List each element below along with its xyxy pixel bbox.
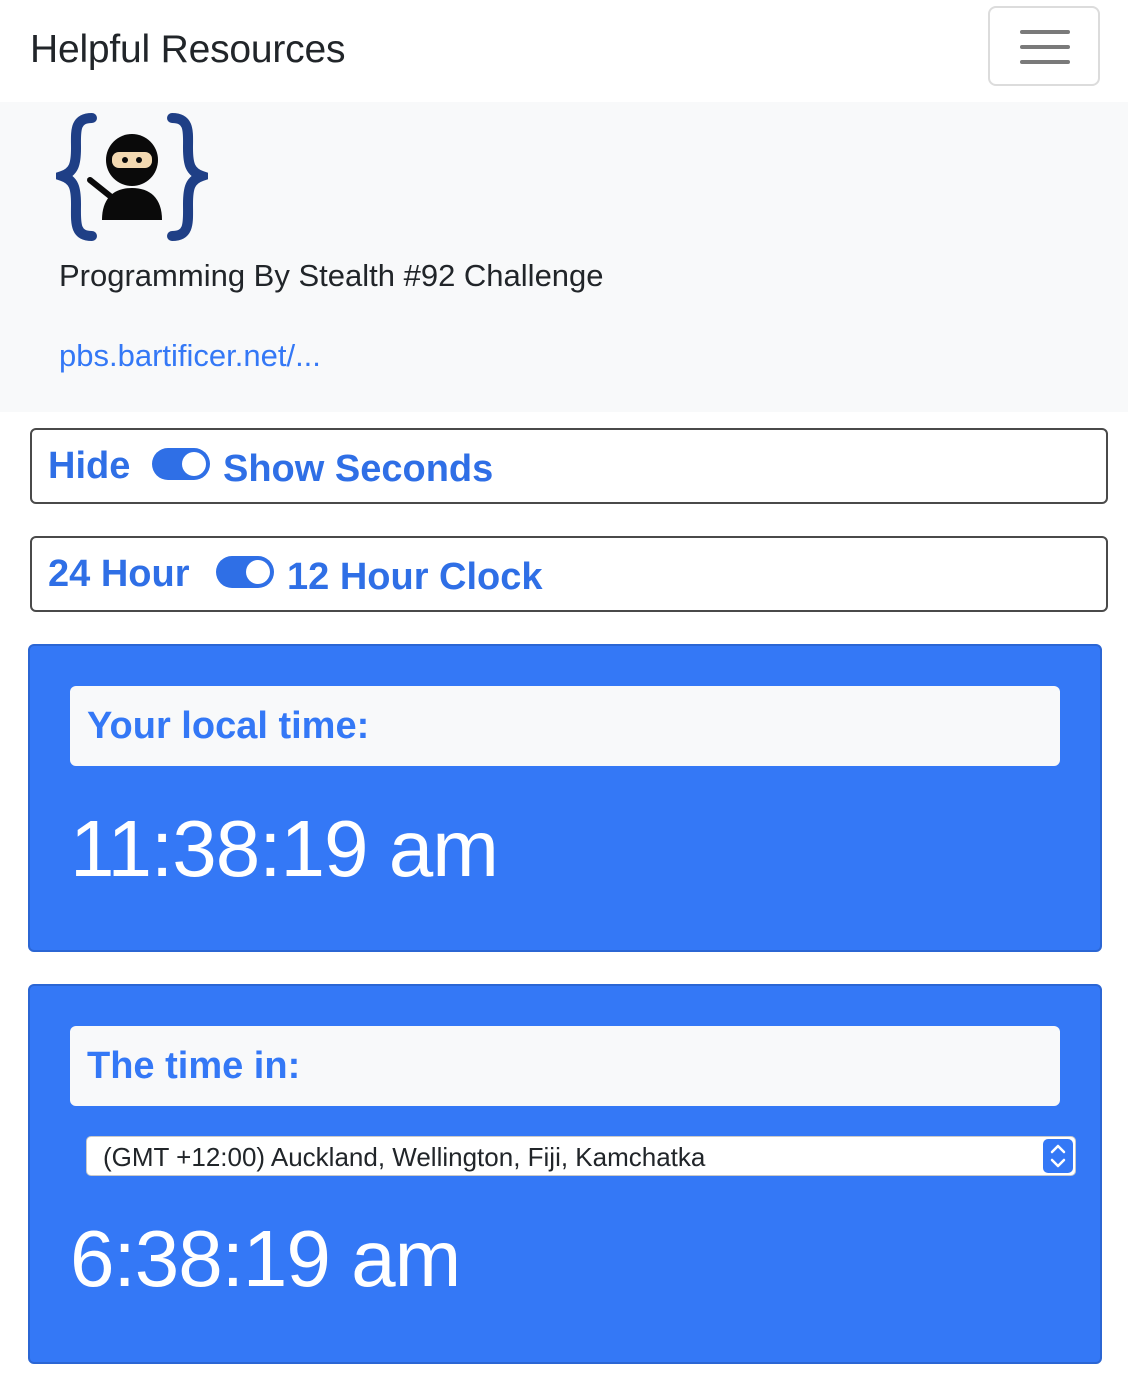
local-time-heading-text: Your local time: [87,705,370,747]
seconds-toggle-group: Hide Show Seconds [30,428,1108,504]
hide-seconds-label[interactable]: Hide [48,444,130,488]
ninja-braces-logo-icon [56,113,208,241]
challenge-title: Programming By Stealth #92 Challenge [59,258,604,293]
local-time-heading: Your local time: [70,686,1060,766]
local-time-card: Your local time: 11:38:19 am [28,644,1102,952]
remote-time-heading-text: The time in: [87,1045,301,1087]
remote-time-heading: The time in: [70,1026,1060,1106]
remote-time-display: 6:38:19 am [70,1214,461,1303]
switch-knob [182,452,206,476]
seconds-toggle-switch[interactable] [152,448,210,480]
24-hour-label[interactable]: 24 Hour [48,552,189,596]
timezone-select-value: (GMT +12:00) Auckland, Wellington, Fiji,… [103,1142,706,1172]
local-time-display: 11:38:19 am [70,804,499,893]
12-hour-clock-label[interactable]: 12 Hour Clock [287,555,543,599]
timezone-select[interactable]: (GMT +12:00) Auckland, Wellington, Fiji,… [86,1136,1076,1176]
clock-format-toggle-switch[interactable] [216,556,274,588]
switch-knob [246,560,270,584]
navbar-toggler-button[interactable] [988,6,1100,86]
pbs-link[interactable]: pbs.bartificer.net/... [59,336,321,376]
show-seconds-label[interactable]: Show Seconds [223,447,493,491]
navbar-brand[interactable]: Helpful Resources [30,26,345,74]
chevron-up-down-icon[interactable] [1043,1139,1073,1173]
header-panel: Programming By Stealth #92 Challenge pbs… [0,102,1128,412]
navbar: Helpful Resources [0,0,1128,102]
clock-format-toggle-group: 24 Hour 12 Hour Clock [30,536,1108,612]
remote-time-card: The time in: (GMT +12:00) Auckland, Well… [28,984,1102,1364]
